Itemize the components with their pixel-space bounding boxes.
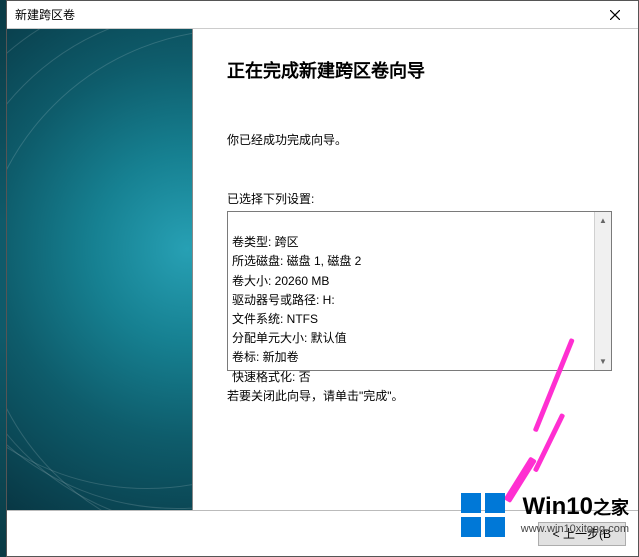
setting-line: 分配单元大小: 默认值 bbox=[232, 331, 347, 345]
back-button[interactable]: < 上一步(B bbox=[538, 522, 626, 546]
title-text: 新建跨区卷 bbox=[7, 6, 75, 23]
title-bar: 新建跨区卷 bbox=[7, 1, 638, 29]
close-button[interactable] bbox=[592, 1, 638, 29]
button-row: < 上一步(B bbox=[7, 510, 638, 556]
success-message: 你已经成功完成向导。 bbox=[227, 131, 612, 148]
page-title: 正在完成新建跨区卷向导 bbox=[227, 57, 612, 83]
setting-line: 卷大小: 20260 MB bbox=[232, 274, 329, 288]
wizard-side-panel bbox=[7, 29, 193, 510]
dialog-window: 新建跨区卷 正在完成新建跨区卷向导 你已经成功完成向导。 已选择下列设置: 卷类… bbox=[6, 0, 639, 557]
settings-listbox[interactable]: 卷类型: 跨区 所选磁盘: 磁盘 1, 磁盘 2 卷大小: 20260 MB 驱… bbox=[227, 211, 612, 371]
setting-line: 卷标: 新加卷 bbox=[232, 350, 299, 364]
setting-line: 卷类型: 跨区 bbox=[232, 235, 299, 249]
setting-line: 所选磁盘: 磁盘 1, 磁盘 2 bbox=[232, 254, 361, 268]
client-area: 正在完成新建跨区卷向导 你已经成功完成向导。 已选择下列设置: 卷类型: 跨区 … bbox=[7, 29, 638, 510]
close-icon bbox=[610, 10, 620, 20]
setting-line: 驱动器号或路径: H: bbox=[232, 293, 335, 307]
wizard-content: 正在完成新建跨区卷向导 你已经成功完成向导。 已选择下列设置: 卷类型: 跨区 … bbox=[193, 29, 638, 510]
setting-line: 快速格式化: 否 bbox=[232, 370, 311, 384]
scroll-down-button[interactable]: ▼ bbox=[595, 353, 611, 370]
setting-line: 文件系统: NTFS bbox=[232, 312, 318, 326]
close-instruction: 若要关闭此向导，请单击"完成"。 bbox=[227, 387, 612, 404]
scroll-up-button[interactable]: ▲ bbox=[595, 212, 611, 229]
settings-caption: 已选择下列设置: bbox=[227, 190, 612, 207]
settings-lines: 卷类型: 跨区 所选磁盘: 磁盘 1, 磁盘 2 卷大小: 20260 MB 驱… bbox=[228, 212, 594, 370]
listbox-scrollbar[interactable]: ▲ ▼ bbox=[594, 212, 611, 370]
